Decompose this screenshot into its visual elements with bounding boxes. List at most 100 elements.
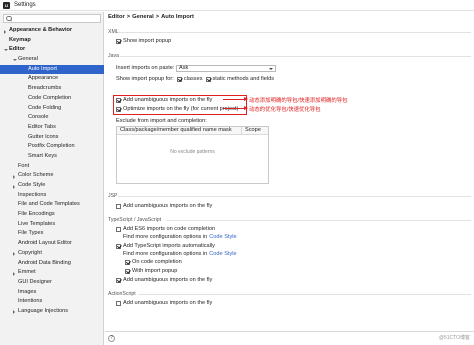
sidebar-item-breadcrumbs[interactable]: Breadcrumbs bbox=[0, 84, 104, 94]
checkbox-label: Add TypeScript imports automatically bbox=[123, 243, 215, 249]
checkbox-label: Add unambiguous imports on the fly bbox=[123, 203, 213, 209]
checkbox-label: Add unambiguous imports on the fly bbox=[123, 97, 213, 103]
settings-search-field[interactable] bbox=[3, 14, 101, 23]
sidebar-item-file-encodings[interactable]: File Encodings bbox=[0, 210, 104, 220]
chevron-right-icon[interactable] bbox=[4, 29, 6, 34]
sidebar-item-appearance[interactable]: Appearance bbox=[0, 74, 104, 84]
chevron-right-icon[interactable] bbox=[13, 252, 15, 257]
sidebar-item-label: Inspections bbox=[18, 191, 47, 198]
sidebar-item-label: Breadcrumbs bbox=[28, 85, 62, 92]
section-divider bbox=[119, 32, 471, 33]
chevron-right-icon[interactable] bbox=[13, 174, 15, 179]
sidebar-item-console[interactable]: Console bbox=[0, 113, 104, 123]
sidebar-item-gui-designer[interactable]: GUI Designer bbox=[0, 278, 104, 288]
ts-more-options-1: Find more configuration options in Code … bbox=[123, 234, 237, 240]
checkbox[interactable] bbox=[116, 38, 121, 44]
checkbox-label: With import popup bbox=[132, 268, 178, 274]
chevron-right-icon[interactable] bbox=[13, 184, 15, 189]
column-header-mask[interactable]: Class/package/member qualified name mask bbox=[117, 127, 242, 134]
settings-sidebar: Appearance & Behavior Keymap Editor General… bbox=[0, 12, 104, 345]
insert-on-paste-select[interactable]: Ask bbox=[176, 65, 276, 72]
sidebar-item-code-folding[interactable]: Code Folding bbox=[0, 104, 104, 114]
sidebar-item-label: Auto Import bbox=[28, 65, 57, 72]
checkbox[interactable] bbox=[116, 106, 121, 112]
ts-add-unambiguous[interactable]: Add unambiguous imports on the fly bbox=[116, 277, 212, 283]
add-unambiguous-imports[interactable]: Add unambiguous imports on the fly bbox=[116, 97, 212, 103]
window-titlebar: IJ Settings bbox=[0, 0, 474, 11]
exclude-label: Exclude from import and completion: bbox=[116, 118, 207, 124]
sidebar-item-android-layout-editor[interactable]: Android Layout Editor bbox=[0, 239, 104, 249]
optimize-imports-on-fly[interactable]: Optimize imports on the fly (for current… bbox=[116, 106, 238, 112]
sidebar-item-android-data-binding[interactable]: Android Data Binding bbox=[0, 259, 104, 269]
xml-show-import-popup[interactable]: Show import popup bbox=[116, 38, 171, 44]
checkbox-label: Show import popup bbox=[123, 38, 172, 44]
table-empty-text: No exclude patterns bbox=[170, 149, 215, 155]
as-add-unambiguous[interactable]: Add unambiguous imports on the fly bbox=[116, 300, 212, 306]
sidebar-item-gutter-icons[interactable]: Gutter Icons bbox=[0, 133, 104, 143]
checkbox-classes[interactable] bbox=[176, 76, 182, 82]
exclude-patterns-table[interactable]: Class/package/member qualified name mask… bbox=[116, 126, 269, 184]
jsp-add-unambiguous[interactable]: Add unambiguous imports on the fly bbox=[116, 203, 212, 209]
sidebar-item-smart-keys[interactable]: Smart Keys bbox=[0, 152, 104, 162]
more-options-text: Find more configuration options in bbox=[123, 234, 208, 240]
insert-on-paste-label: Insert imports on paste: bbox=[116, 65, 175, 71]
chevron-right-icon[interactable] bbox=[13, 310, 15, 315]
checkbox-label: Add ES6 imports on code completion bbox=[123, 226, 216, 232]
sidebar-item-general[interactable]: General bbox=[0, 55, 104, 65]
code-style-link[interactable]: Code Style bbox=[209, 234, 236, 240]
sidebar-item-code-completion[interactable]: Code Completion bbox=[0, 94, 104, 104]
column-header-scope[interactable]: Scope bbox=[242, 127, 268, 134]
chevron-down-icon[interactable] bbox=[13, 59, 17, 62]
sidebar-item-appearance-behavior[interactable]: Appearance & Behavior bbox=[0, 26, 104, 36]
checkbox[interactable] bbox=[125, 268, 130, 274]
sidebar-item-intentions[interactable]: Intentions bbox=[0, 297, 104, 307]
sidebar-item-keymap[interactable]: Keymap bbox=[0, 36, 104, 46]
table-header: Class/package/member qualified name mask… bbox=[117, 127, 268, 135]
sidebar-item-label: Console bbox=[28, 114, 49, 121]
sidebar-item-file-and-code-templates[interactable]: File and Code Templates bbox=[0, 200, 104, 210]
sidebar-item-color-scheme[interactable]: Color Scheme bbox=[0, 171, 104, 181]
sidebar-item-code-style[interactable]: Code Style bbox=[0, 181, 104, 191]
checkbox[interactable] bbox=[125, 259, 130, 265]
checkbox[interactable] bbox=[116, 277, 121, 283]
sidebar-item-label: File and Code Templates bbox=[18, 201, 80, 208]
breadcrumb: Editor > General > Auto Import bbox=[108, 14, 194, 20]
sidebar-item-font[interactable]: Font bbox=[0, 162, 104, 172]
ts-with-import-popup[interactable]: With import popup bbox=[125, 268, 177, 274]
ts-on-code-completion[interactable]: On code completion bbox=[125, 259, 182, 265]
sidebar-item-emmet[interactable]: Emmet bbox=[0, 268, 104, 278]
ts-add-typescript-auto[interactable]: Add TypeScript imports automatically bbox=[116, 243, 215, 249]
sidebar-item-file-types[interactable]: File Types bbox=[0, 229, 104, 239]
checkbox[interactable] bbox=[116, 300, 121, 306]
sidebar-item-copyright[interactable]: Copyright bbox=[0, 249, 104, 259]
annotation-text-optimize: 动态的优化导包/快速优化导包 bbox=[249, 107, 321, 113]
settings-content: Editor > General > Auto Import XML Show impo… bbox=[105, 12, 474, 345]
code-style-link[interactable]: Code Style bbox=[209, 251, 236, 257]
sidebar-item-postfix-completion[interactable]: Postfix Completion bbox=[0, 142, 104, 152]
sidebar-item-live-templates[interactable]: Live Templates bbox=[0, 220, 104, 230]
sidebar-item-label: File Types bbox=[18, 230, 44, 237]
sidebar-item-auto-import[interactable]: Auto Import bbox=[0, 64, 104, 75]
sidebar-item-language-injections[interactable]: Language Injections bbox=[0, 307, 104, 317]
sidebar-item-label: Language Injections bbox=[18, 307, 69, 314]
section-divider bbox=[118, 196, 471, 197]
checkbox-static-methods[interactable] bbox=[205, 76, 211, 82]
sidebar-item-inspections[interactable]: Inspections bbox=[0, 191, 104, 201]
sidebar-item-label: Color Scheme bbox=[18, 172, 54, 179]
checkbox[interactable] bbox=[116, 243, 121, 249]
chevron-right-icon[interactable] bbox=[13, 271, 15, 276]
checkbox[interactable] bbox=[116, 203, 121, 209]
checkbox[interactable] bbox=[116, 97, 121, 103]
sidebar-item-label: Appearance & Behavior bbox=[9, 27, 73, 33]
help-button[interactable]: ? bbox=[108, 335, 115, 342]
sidebar-item-images[interactable]: Images bbox=[0, 288, 104, 298]
checkbox[interactable] bbox=[116, 226, 121, 232]
show-popup-for-row: Show import popup for: classes static me… bbox=[116, 76, 274, 82]
checkbox-label: Add unambiguous imports on the fly bbox=[123, 277, 213, 283]
sidebar-item-editor-tabs[interactable]: Editor Tabs bbox=[0, 123, 104, 133]
chevron-down-icon[interactable] bbox=[4, 49, 8, 52]
sidebar-item-editor[interactable]: Editor bbox=[0, 45, 104, 55]
classes-label: classes bbox=[183, 76, 203, 82]
static-methods-label: static methods and fields bbox=[212, 76, 275, 82]
ts-es6-completion[interactable]: Add ES6 imports on code completion bbox=[116, 226, 215, 232]
